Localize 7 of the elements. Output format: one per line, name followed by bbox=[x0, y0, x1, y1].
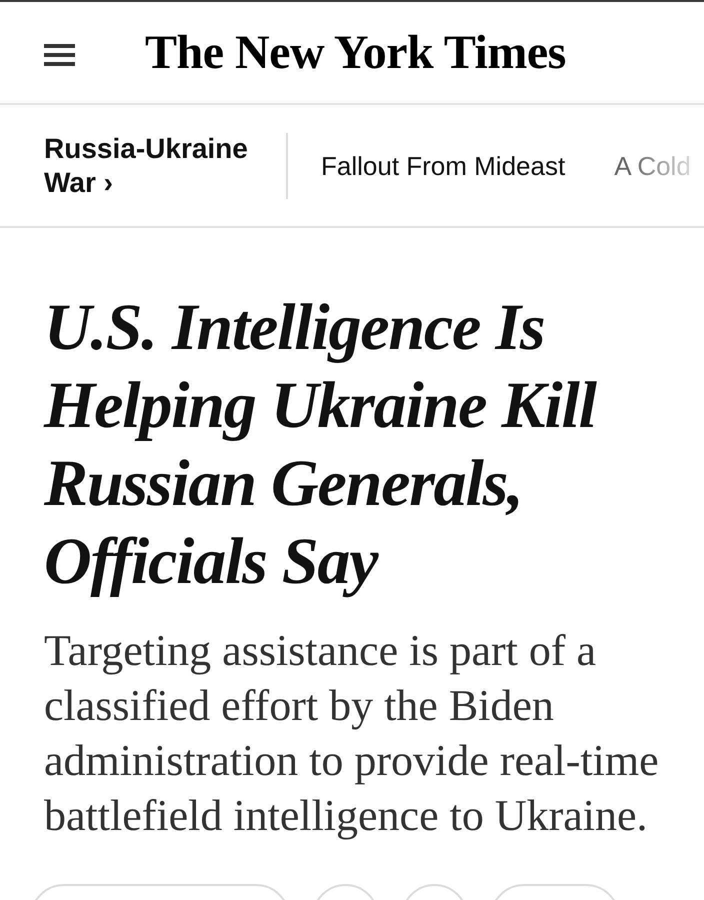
article-headline: U.S. Intelligence Is Helping Ukraine Kill Russian Generals, Officials Say bbox=[44, 290, 598, 600]
menu-icon[interactable] bbox=[44, 44, 75, 66]
nav-link[interactable]: A Cold bbox=[614, 150, 691, 180]
nav-link[interactable]: Fallout From Mideast bbox=[321, 150, 566, 180]
section-link[interactable]: Russia-Ukraine War › bbox=[44, 132, 269, 200]
newspaper-logo[interactable]: The New York Times bbox=[145, 28, 566, 76]
article-summary: Targeting assistance is part of a classified effort by the Biden administration to provide real-time battlefield intelligence to Ukraine. bbox=[44, 625, 660, 842]
